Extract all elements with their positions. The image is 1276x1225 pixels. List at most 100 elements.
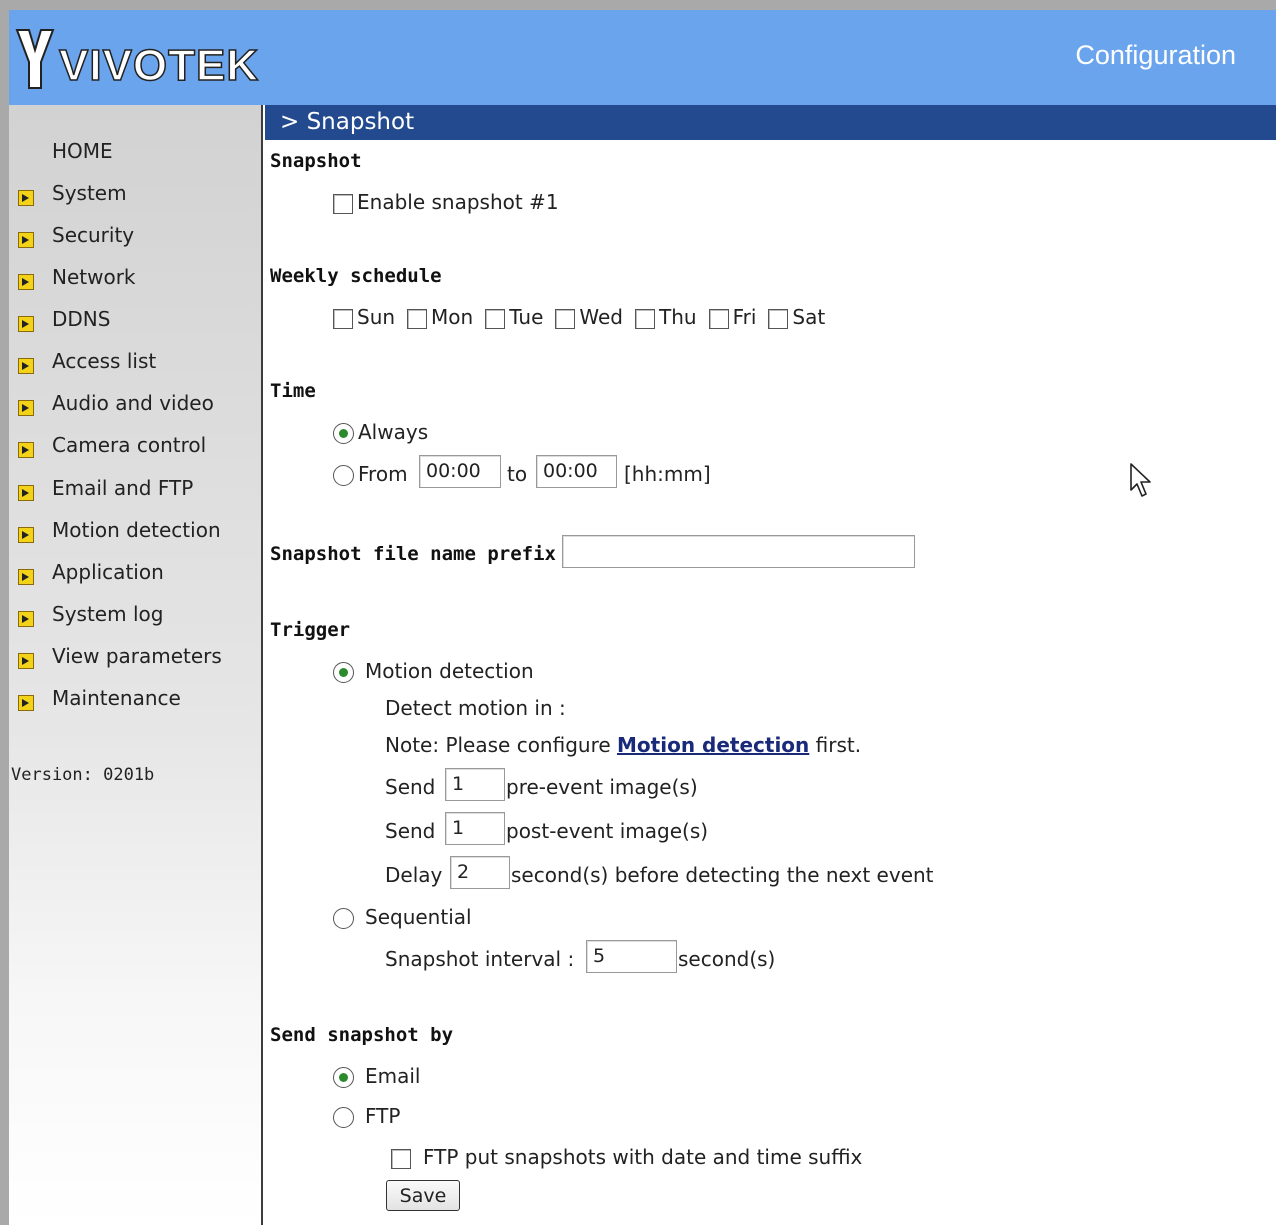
- time-always-radio[interactable]: [333, 423, 354, 444]
- time-to-label: to: [507, 462, 528, 486]
- trigger-motion-radio[interactable]: [333, 662, 354, 683]
- ftp-suffix-row: FTP put snapshots with date and time suf…: [391, 1145, 862, 1169]
- note-prefix: Note: Please configure: [385, 733, 618, 757]
- header-bar: VIVOTEK Configuration: [9, 10, 1276, 105]
- snapshot-interval-label: Snapshot interval :: [385, 947, 575, 971]
- day-sat-checkbox[interactable]: [768, 308, 789, 329]
- day-sat-label: Sat: [792, 305, 826, 329]
- send-by-section-title: Send snapshot by: [270, 1024, 454, 1046]
- arrow-right-icon: [18, 527, 34, 543]
- enable-snapshot-label: Enable snapshot #1: [357, 190, 559, 214]
- send-email-label: Email: [365, 1064, 421, 1088]
- arrow-right-icon: [18, 695, 34, 711]
- sidebar-item-home[interactable]: HOME: [52, 139, 113, 163]
- page-title: > Snapshot: [265, 105, 1276, 140]
- time-section-title: Time: [270, 380, 316, 402]
- sidebar-item-label: Audio and video: [52, 391, 214, 415]
- delay-input[interactable]: 2: [450, 856, 510, 889]
- day-thu-label: Thu: [659, 305, 697, 329]
- arrow-right-icon: [18, 232, 34, 248]
- ftp-suffix-checkbox[interactable]: [391, 1148, 411, 1169]
- sidebar-item-label: Email and FTP: [52, 476, 194, 500]
- send-email-radio[interactable]: [333, 1067, 354, 1088]
- arrow-right-icon: [18, 442, 34, 458]
- interval-suffix-label: second(s): [678, 947, 776, 971]
- trigger-section-title: Trigger: [270, 619, 351, 641]
- enable-snapshot-checkbox[interactable]: [333, 193, 353, 214]
- prefix-input[interactable]: [562, 535, 915, 568]
- sidebar-item-label: System: [52, 181, 127, 205]
- sidebar-item-label: View parameters: [52, 644, 222, 668]
- trigger-sequential-label: Sequential: [365, 905, 472, 929]
- pre-event-input[interactable]: 1: [445, 768, 505, 801]
- sidebar-item-label: Camera control: [52, 433, 207, 457]
- delay-label: Delay: [385, 863, 443, 887]
- send-ftp-radio[interactable]: [333, 1107, 354, 1128]
- time-format-hint: [hh:mm]: [624, 462, 711, 486]
- sidebar: HOME System Security Network DDNS Access…: [9, 105, 263, 1225]
- snapshot-interval-input[interactable]: 5: [586, 940, 677, 973]
- pre-event-label: pre-event image(s): [506, 775, 698, 799]
- snapshot-section-title: Snapshot: [270, 150, 362, 172]
- save-button[interactable]: Save: [386, 1180, 460, 1211]
- post-event-input[interactable]: 1: [445, 812, 505, 845]
- day-tue-checkbox[interactable]: [485, 308, 506, 329]
- day-thu-checkbox[interactable]: [635, 308, 655, 329]
- arrow-right-icon: [18, 611, 34, 627]
- trigger-motion-row: Motion detection: [333, 659, 534, 683]
- time-always-label: Always: [358, 420, 429, 444]
- arrow-right-icon: [18, 569, 34, 585]
- weekly-days-row: Sun Mon Tue Wed Thu Fri Sat: [333, 305, 825, 329]
- sidebar-item-label: Application: [52, 560, 164, 584]
- trigger-sequential-row: Sequential: [333, 905, 472, 929]
- sidebar-item-label: Security: [52, 223, 135, 247]
- prefix-label: Snapshot file name prefix: [270, 543, 556, 565]
- detect-motion-in-label: Detect motion in :: [385, 696, 566, 720]
- arrow-right-icon: [18, 653, 34, 669]
- sidebar-item-label: Maintenance: [52, 686, 181, 710]
- day-fri-label: Fri: [732, 305, 757, 329]
- time-from-input[interactable]: 00:00: [419, 455, 501, 488]
- sidebar-item-label: System log: [52, 602, 164, 626]
- motion-detection-link[interactable]: Motion detection: [617, 733, 809, 757]
- svg-text:VIVOTEK: VIVOTEK: [59, 41, 259, 90]
- mouse-cursor-icon: [1130, 463, 1151, 497]
- day-wed-checkbox[interactable]: [555, 308, 576, 329]
- post-event-label: post-event image(s): [506, 819, 709, 843]
- version-label: Version: 0201b: [11, 765, 155, 785]
- time-from-radio[interactable]: [333, 465, 354, 486]
- weekly-schedule-title: Weekly schedule: [270, 265, 442, 287]
- day-wed-label: Wed: [579, 305, 623, 329]
- send-ftp-label: FTP: [365, 1104, 401, 1128]
- day-sun-checkbox[interactable]: [333, 308, 353, 329]
- send-post-label: Send: [385, 819, 436, 843]
- note-suffix: first.: [809, 733, 862, 757]
- time-always-row: Always: [333, 420, 428, 444]
- arrow-right-icon: [18, 274, 34, 290]
- sidebar-item-label: Motion detection: [52, 518, 221, 542]
- sidebar-item-label: Network: [52, 265, 136, 289]
- trigger-sequential-radio[interactable]: [333, 908, 354, 929]
- time-to-input[interactable]: 00:00: [536, 455, 617, 488]
- config-title: Configuration: [1075, 40, 1236, 70]
- day-sun-label: Sun: [357, 305, 396, 329]
- sidebar-item-label: Access list: [52, 349, 157, 373]
- time-from-label: From: [358, 462, 408, 486]
- send-pre-label: Send: [385, 775, 436, 799]
- arrow-right-icon: [18, 190, 34, 206]
- motion-note: Note: Please configure Motion detection …: [385, 733, 861, 757]
- time-from-row: From: [333, 462, 408, 486]
- send-ftp-row: FTP: [333, 1104, 400, 1128]
- day-mon-checkbox[interactable]: [407, 308, 428, 329]
- sidebar-item-label: DDNS: [52, 307, 111, 331]
- day-fri-checkbox[interactable]: [708, 308, 729, 329]
- arrow-right-icon: [18, 358, 34, 374]
- ftp-suffix-label: FTP put snapshots with date and time suf…: [423, 1145, 863, 1169]
- arrow-right-icon: [18, 485, 34, 501]
- enable-snapshot-row: Enable snapshot #1: [333, 190, 559, 214]
- delay-suffix-label: second(s) before detecting the next even…: [511, 863, 934, 887]
- vivotek-logo: VIVOTEK: [15, 29, 259, 91]
- day-mon-label: Mon: [431, 305, 474, 329]
- arrow-right-icon: [18, 400, 34, 416]
- arrow-right-icon: [18, 316, 34, 332]
